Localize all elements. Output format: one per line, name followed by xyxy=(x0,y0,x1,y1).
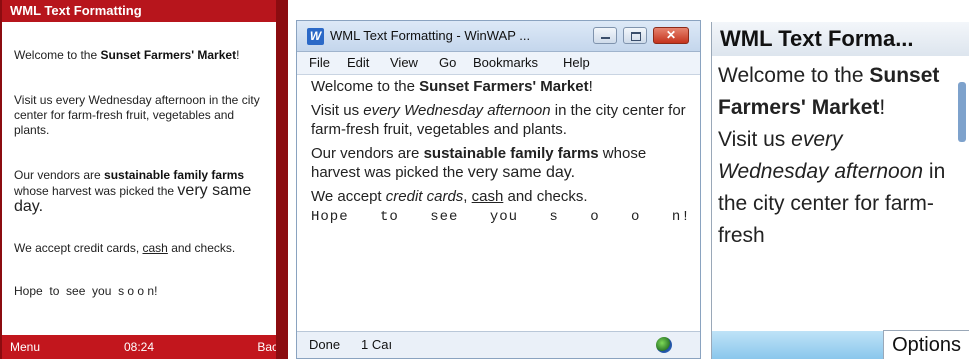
close-icon: ✕ xyxy=(665,28,677,42)
device-title-bar: WML Text Forma... xyxy=(712,22,969,56)
cash-link[interactable]: cash xyxy=(472,188,504,205)
vendors-post: whose harvest was picked the xyxy=(14,184,178,198)
exclaim: ! xyxy=(236,48,240,62)
phone-browser-panel: WML Text Formatting Welcome to the Sunse… xyxy=(0,0,288,359)
welcome-text: Welcome to the xyxy=(14,48,101,62)
hope-text: Hope to see you s o o n! xyxy=(311,209,691,225)
options-softkey[interactable]: Options xyxy=(883,330,969,359)
comma: , xyxy=(463,188,472,205)
market-name: Sunset Farmers' Market xyxy=(100,48,237,62)
menu-help[interactable]: Help xyxy=(563,52,590,74)
phone-page-content: Welcome to the Sunset Farmers' Market! V… xyxy=(14,48,270,299)
visit-text: Visit us xyxy=(718,128,792,151)
minimize-button[interactable] xyxy=(593,27,617,44)
vendors-text: Our vendors are xyxy=(311,145,424,162)
vendors-text: Our vendors are xyxy=(14,168,105,182)
credit-cards-text: credit cards xyxy=(385,188,464,205)
exclaim: ! xyxy=(588,78,593,95)
visit-italic: every Wednesday afternoon xyxy=(363,102,551,119)
winwap-logo-icon: W xyxy=(307,28,324,45)
cash-link[interactable]: cash xyxy=(143,241,168,255)
device-scrollbar[interactable] xyxy=(958,82,966,142)
menu-bar: File Edit View Go Bookmarks Help xyxy=(297,52,700,75)
status-count: 1 Caı xyxy=(361,337,393,352)
menu-file[interactable]: File xyxy=(309,52,330,74)
accept-post: and checks. xyxy=(503,188,588,205)
window-title-bar: W WML Text Formatting - WinWAP ... ✕ xyxy=(297,21,700,52)
menu-go[interactable]: Go xyxy=(439,52,456,74)
close-button[interactable]: ✕ xyxy=(653,27,689,44)
menu-edit[interactable]: Edit xyxy=(347,52,369,74)
winwap-page-content: Welcome to the Sunset Farmers' Market! V… xyxy=(311,77,690,232)
phone-title-bar: WML Text Formatting xyxy=(2,0,276,22)
vendors-bold: sustainable family farms xyxy=(104,168,245,182)
status-done: Done xyxy=(309,337,341,352)
winwap-window: W WML Text Formatting - WinWAP ... ✕ Fil… xyxy=(296,20,701,359)
exclaim: ! xyxy=(879,96,886,119)
menu-view[interactable]: View xyxy=(390,52,418,74)
visit-text: Visit us xyxy=(311,102,364,119)
accept-text: We accept credit cards, xyxy=(14,241,143,255)
hope-text: Hope to see you s o o n! xyxy=(14,284,158,298)
visit-text: Visit us every Wednesday afternoon in th… xyxy=(14,93,260,137)
phone-softkey-bar: Menu 08:24 Back xyxy=(2,335,276,359)
market-name: Sunset Farmers' Market xyxy=(419,78,589,95)
accept-text: We accept xyxy=(311,188,386,205)
maximize-button[interactable] xyxy=(623,27,647,44)
welcome-text: Welcome to the xyxy=(311,78,420,95)
phone-scroll-thumb[interactable] xyxy=(279,318,286,332)
phone-scrollbar[interactable] xyxy=(279,22,286,333)
window-title: WML Text Formatting - WinWAP ... xyxy=(330,28,531,43)
clock: 08:24 xyxy=(123,340,155,354)
device-page-content: Welcome to the Sunset Farmers' Market! V… xyxy=(718,60,957,252)
same-day-text: very same day. xyxy=(467,164,576,181)
accept-post: and checks. xyxy=(167,241,236,255)
welcome-text: Welcome to the xyxy=(718,64,870,87)
status-bar: Done 1 Caı xyxy=(297,331,700,358)
device-browser-panel: WML Text Forma... Welcome to the Sunset … xyxy=(711,22,969,359)
vendors-bold: sustainable family farms xyxy=(423,145,599,162)
menu-bookmarks[interactable]: Bookmarks xyxy=(473,52,538,74)
back-softkey[interactable]: Back xyxy=(257,335,276,359)
globe-icon xyxy=(656,337,672,353)
